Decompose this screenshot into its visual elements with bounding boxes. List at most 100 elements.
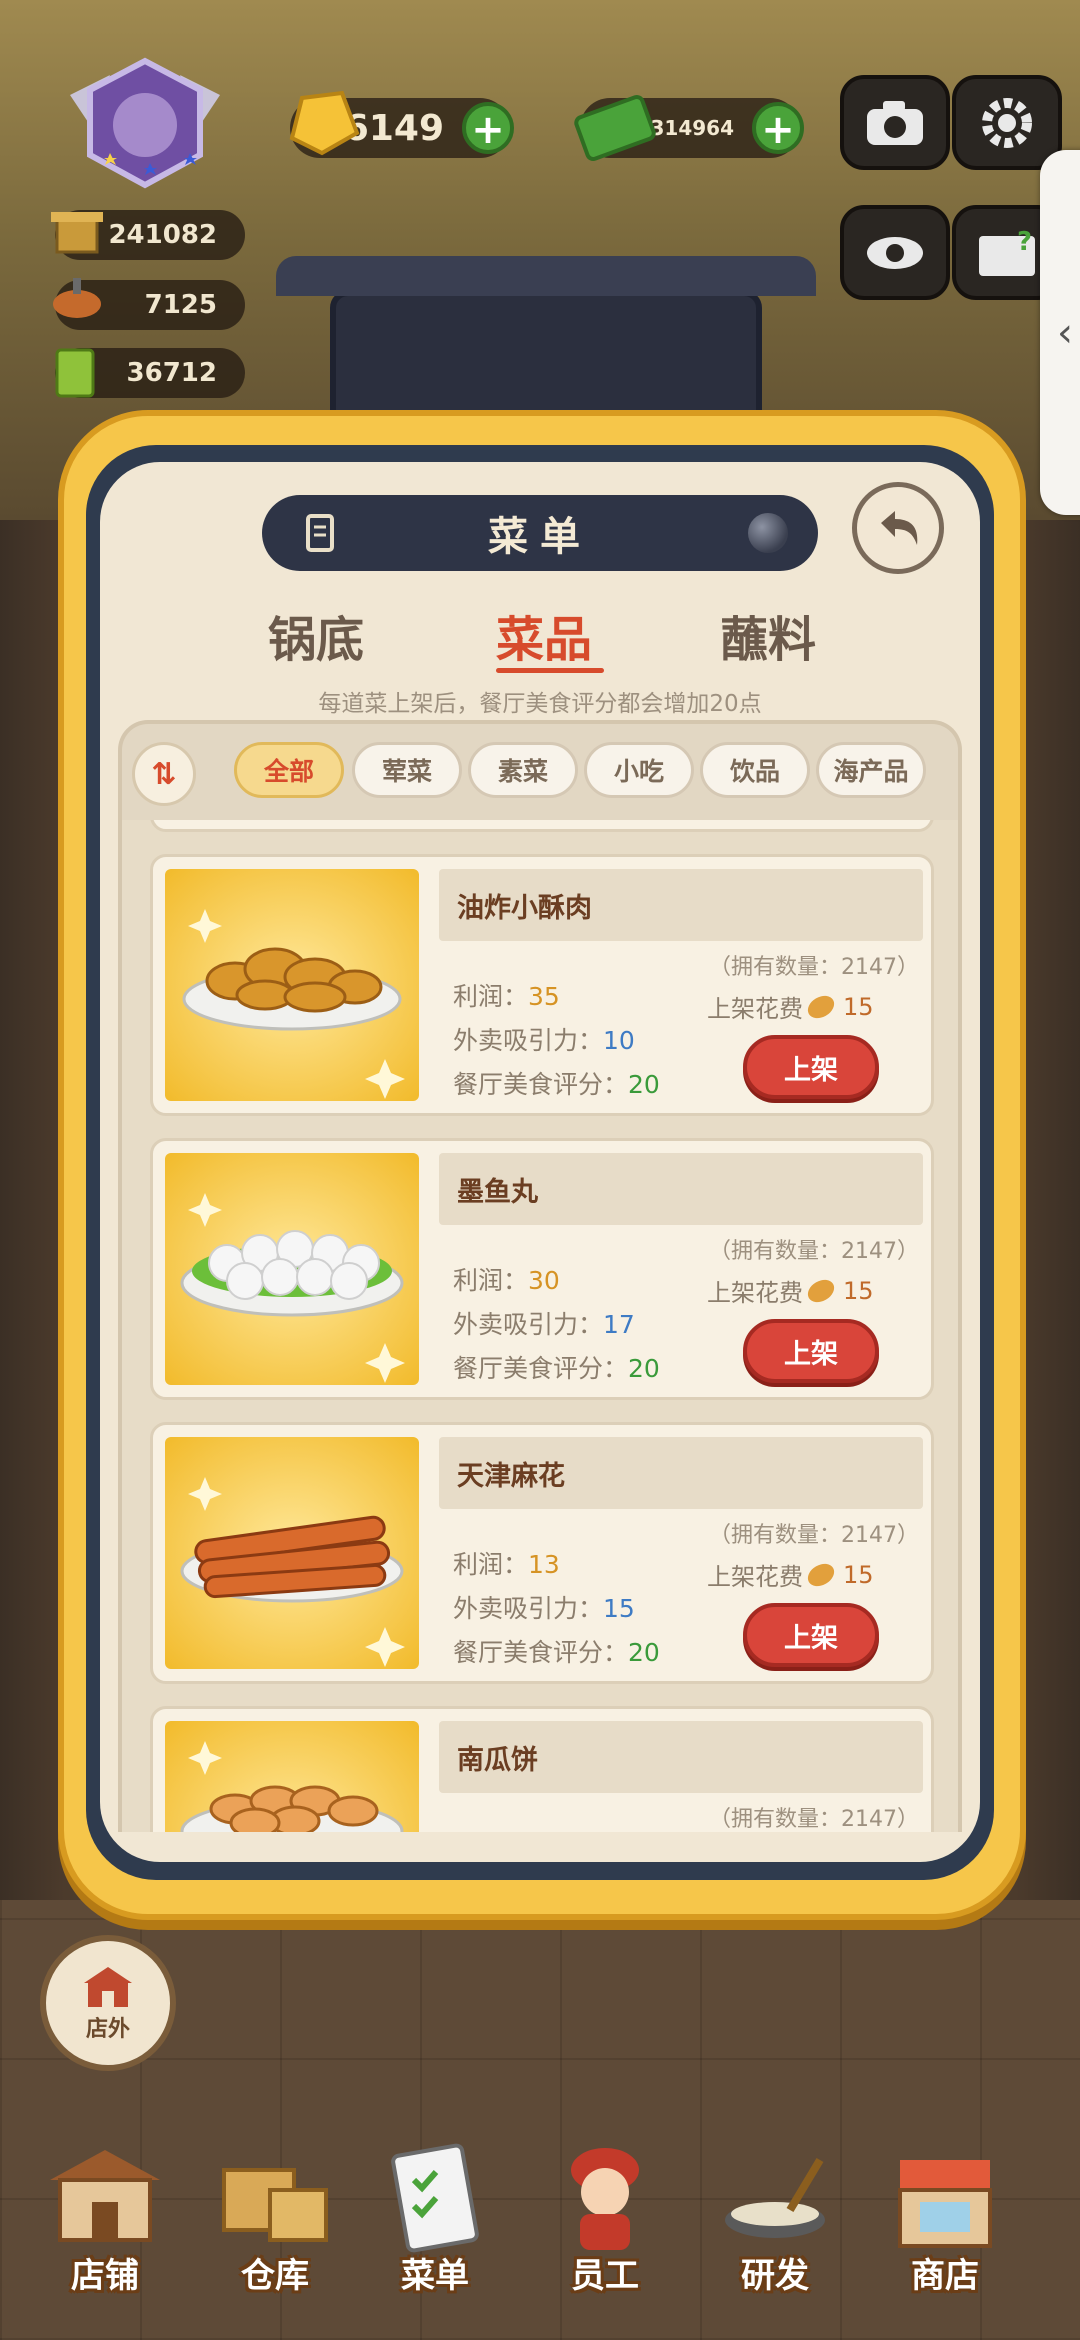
sort-arrows-icon: ⇅ bbox=[151, 756, 177, 792]
shelf-button[interactable]: 上架 bbox=[743, 1603, 879, 1667]
warehouse-boxes-icon bbox=[222, 2168, 328, 2242]
dish-card: 天津麻花 利润：13 外卖吸引力：15 餐厅美食评分：20 （拥有数量：2147… bbox=[150, 1422, 934, 1684]
stove-icon bbox=[47, 204, 107, 271]
shop-stall-icon bbox=[898, 2160, 992, 2248]
store-building-icon bbox=[50, 2150, 160, 2242]
add-gold-button[interactable]: + bbox=[462, 102, 514, 154]
nav-warehouse-label: 仓库 bbox=[241, 2256, 309, 2296]
fish-token-icon bbox=[807, 1563, 835, 1586]
previous-card-edge bbox=[150, 820, 934, 832]
dish-card: 墨鱼丸 利润：30 外卖吸引力：17 餐厅美食评分：20 （拥有数量：2147）… bbox=[150, 1138, 934, 1400]
back-arrow-icon bbox=[881, 511, 918, 545]
staff-chef-icon bbox=[571, 2148, 639, 2250]
nav-warehouse[interactable]: 仓库 bbox=[190, 2120, 360, 2340]
nav-menu[interactable]: 菜单 bbox=[350, 2120, 520, 2340]
side-drawer-handle[interactable]: ‹ bbox=[1040, 150, 1080, 515]
filter-seafood[interactable]: 海产品 bbox=[816, 742, 926, 798]
stat-value-1: 241082 bbox=[108, 220, 217, 250]
stat-value-2: 7125 bbox=[144, 290, 217, 320]
menu-title: 菜单 bbox=[488, 514, 592, 560]
nav-store[interactable]: 店铺 bbox=[20, 2120, 190, 2340]
settings-button[interactable] bbox=[952, 75, 1062, 170]
menu-title-bar: 菜单 bbox=[262, 495, 818, 571]
dish-image-fried-dough-twist bbox=[165, 1437, 419, 1669]
fish-token-icon bbox=[807, 1279, 835, 1302]
dish-delivery: 外卖吸引力：10 bbox=[453, 1026, 635, 1055]
nav-shop[interactable]: 商店 bbox=[860, 2120, 1030, 2340]
dish-profit: 利润：35 bbox=[453, 982, 560, 1011]
dish-shelf-cost: 上架花费 15 bbox=[707, 992, 874, 1024]
dish-rating: 餐厅美食评分：20 bbox=[453, 1638, 660, 1667]
menu-hint: 每道菜上架后，餐厅美食评分都会增加20点 bbox=[318, 691, 762, 717]
dish-rating: 餐厅美食评分：20 bbox=[453, 1070, 660, 1099]
dish-name: 油炸小酥肉 bbox=[439, 869, 923, 941]
dish-delivery: 外卖吸引力：15 bbox=[453, 1594, 635, 1623]
rank-badge-icon[interactable] bbox=[50, 55, 240, 195]
chevron-left-icon: ‹ bbox=[1057, 309, 1073, 356]
dish-shelf-cost: 上架花费 15 bbox=[707, 1276, 874, 1308]
dish-profit: 利润：13 bbox=[453, 1550, 560, 1579]
svg-text:?: ? bbox=[1017, 227, 1032, 257]
view-button[interactable] bbox=[840, 205, 950, 300]
filter-all[interactable]: 全部 bbox=[234, 742, 344, 798]
dish-name: 南瓜饼 bbox=[439, 1721, 923, 1793]
camera-button[interactable] bbox=[840, 75, 950, 170]
tab-pot-base[interactable]: 锅底 bbox=[268, 600, 364, 670]
active-tab-underline bbox=[496, 668, 604, 673]
filter-snack[interactable]: 小吃 bbox=[584, 742, 694, 798]
shop-house-icon bbox=[84, 1967, 132, 2007]
dish-image-pumpkin-cake bbox=[165, 1721, 419, 1832]
research-wok-icon bbox=[725, 2157, 825, 2238]
dish-card: 油炸小酥肉 利润：35 外卖吸引力：10 餐厅美食评分：20 （拥有数量：214… bbox=[150, 854, 934, 1116]
pot-icon bbox=[47, 274, 107, 341]
nav-shop-label: 商店 bbox=[911, 2256, 979, 2296]
nav-staff[interactable]: 员工 bbox=[520, 2120, 690, 2340]
title-decoration-dot bbox=[748, 513, 788, 553]
dish-list[interactable]: 油炸小酥肉 利润：35 外卖吸引力：10 餐厅美食评分：20 （拥有数量：214… bbox=[118, 820, 962, 1832]
filter-drink[interactable]: 饮品 bbox=[700, 742, 810, 798]
dish-profit: 利润：30 bbox=[453, 1266, 560, 1295]
stat-counter-3: 36712 bbox=[55, 348, 245, 398]
menu-document-icon bbox=[304, 513, 340, 563]
recipe-book-icon bbox=[47, 342, 107, 409]
dish-owned-count: （拥有数量：2147） bbox=[709, 1523, 919, 1548]
dish-name: 天津麻花 bbox=[439, 1437, 923, 1509]
dish-owned-count: （拥有数量：2147） bbox=[709, 955, 919, 980]
cash-icon bbox=[572, 88, 662, 173]
dish-name: 墨鱼丸 bbox=[439, 1153, 923, 1225]
gear-icon bbox=[982, 97, 1032, 148]
stat-value-3: 36712 bbox=[126, 358, 217, 388]
nav-staff-label: 员工 bbox=[571, 2256, 639, 2296]
nav-research[interactable]: 研发 bbox=[690, 2120, 860, 2340]
shelf-button[interactable]: 上架 bbox=[743, 1319, 879, 1383]
outside-shop-label: 店外 bbox=[85, 2017, 130, 2042]
shelf-button[interactable]: 上架 bbox=[743, 1035, 879, 1099]
dish-card: 南瓜饼 （拥有数量：2147） bbox=[150, 1706, 934, 1832]
dish-rating: 餐厅美食评分：20 bbox=[453, 1354, 660, 1383]
camera-icon bbox=[867, 100, 923, 145]
tab-dipping-sauce[interactable]: 蘸料 bbox=[720, 600, 816, 670]
gold-ingot-icon bbox=[282, 88, 362, 167]
dish-owned-count: （拥有数量：2147） bbox=[709, 1807, 919, 1832]
nav-research-label: 研发 bbox=[741, 2256, 809, 2296]
back-button[interactable] bbox=[852, 482, 944, 574]
sort-button[interactable]: ⇅ bbox=[132, 742, 196, 806]
stat-counter-1: 241082 bbox=[51, 210, 245, 260]
dish-shelf-cost: 上架花费 15 bbox=[707, 1560, 874, 1592]
fish-token-icon bbox=[807, 995, 835, 1018]
eye-icon bbox=[867, 236, 923, 269]
help-book-icon: ? bbox=[979, 227, 1035, 276]
dish-image-crispy-pork bbox=[165, 869, 419, 1101]
nav-menu-label: 菜单 bbox=[401, 2256, 469, 2296]
tab-dishes[interactable]: 菜品 bbox=[496, 600, 592, 670]
filter-vegetable[interactable]: 素菜 bbox=[468, 742, 578, 798]
outside-shop-button[interactable]: 店外 bbox=[40, 1935, 176, 2071]
bottom-navigation: 店铺 仓库 菜单 员工 研发 商店 bbox=[0, 2120, 1080, 2340]
add-cash-button[interactable]: + bbox=[752, 102, 804, 154]
dish-delivery: 外卖吸引力：17 bbox=[453, 1310, 635, 1339]
stat-counter-2: 7125 bbox=[53, 278, 245, 330]
dish-owned-count: （拥有数量：2147） bbox=[709, 1239, 919, 1264]
nav-store-label: 店铺 bbox=[71, 2256, 139, 2296]
dish-image-cuttlefish-balls bbox=[165, 1153, 419, 1385]
filter-meat[interactable]: 荤菜 bbox=[352, 742, 462, 798]
